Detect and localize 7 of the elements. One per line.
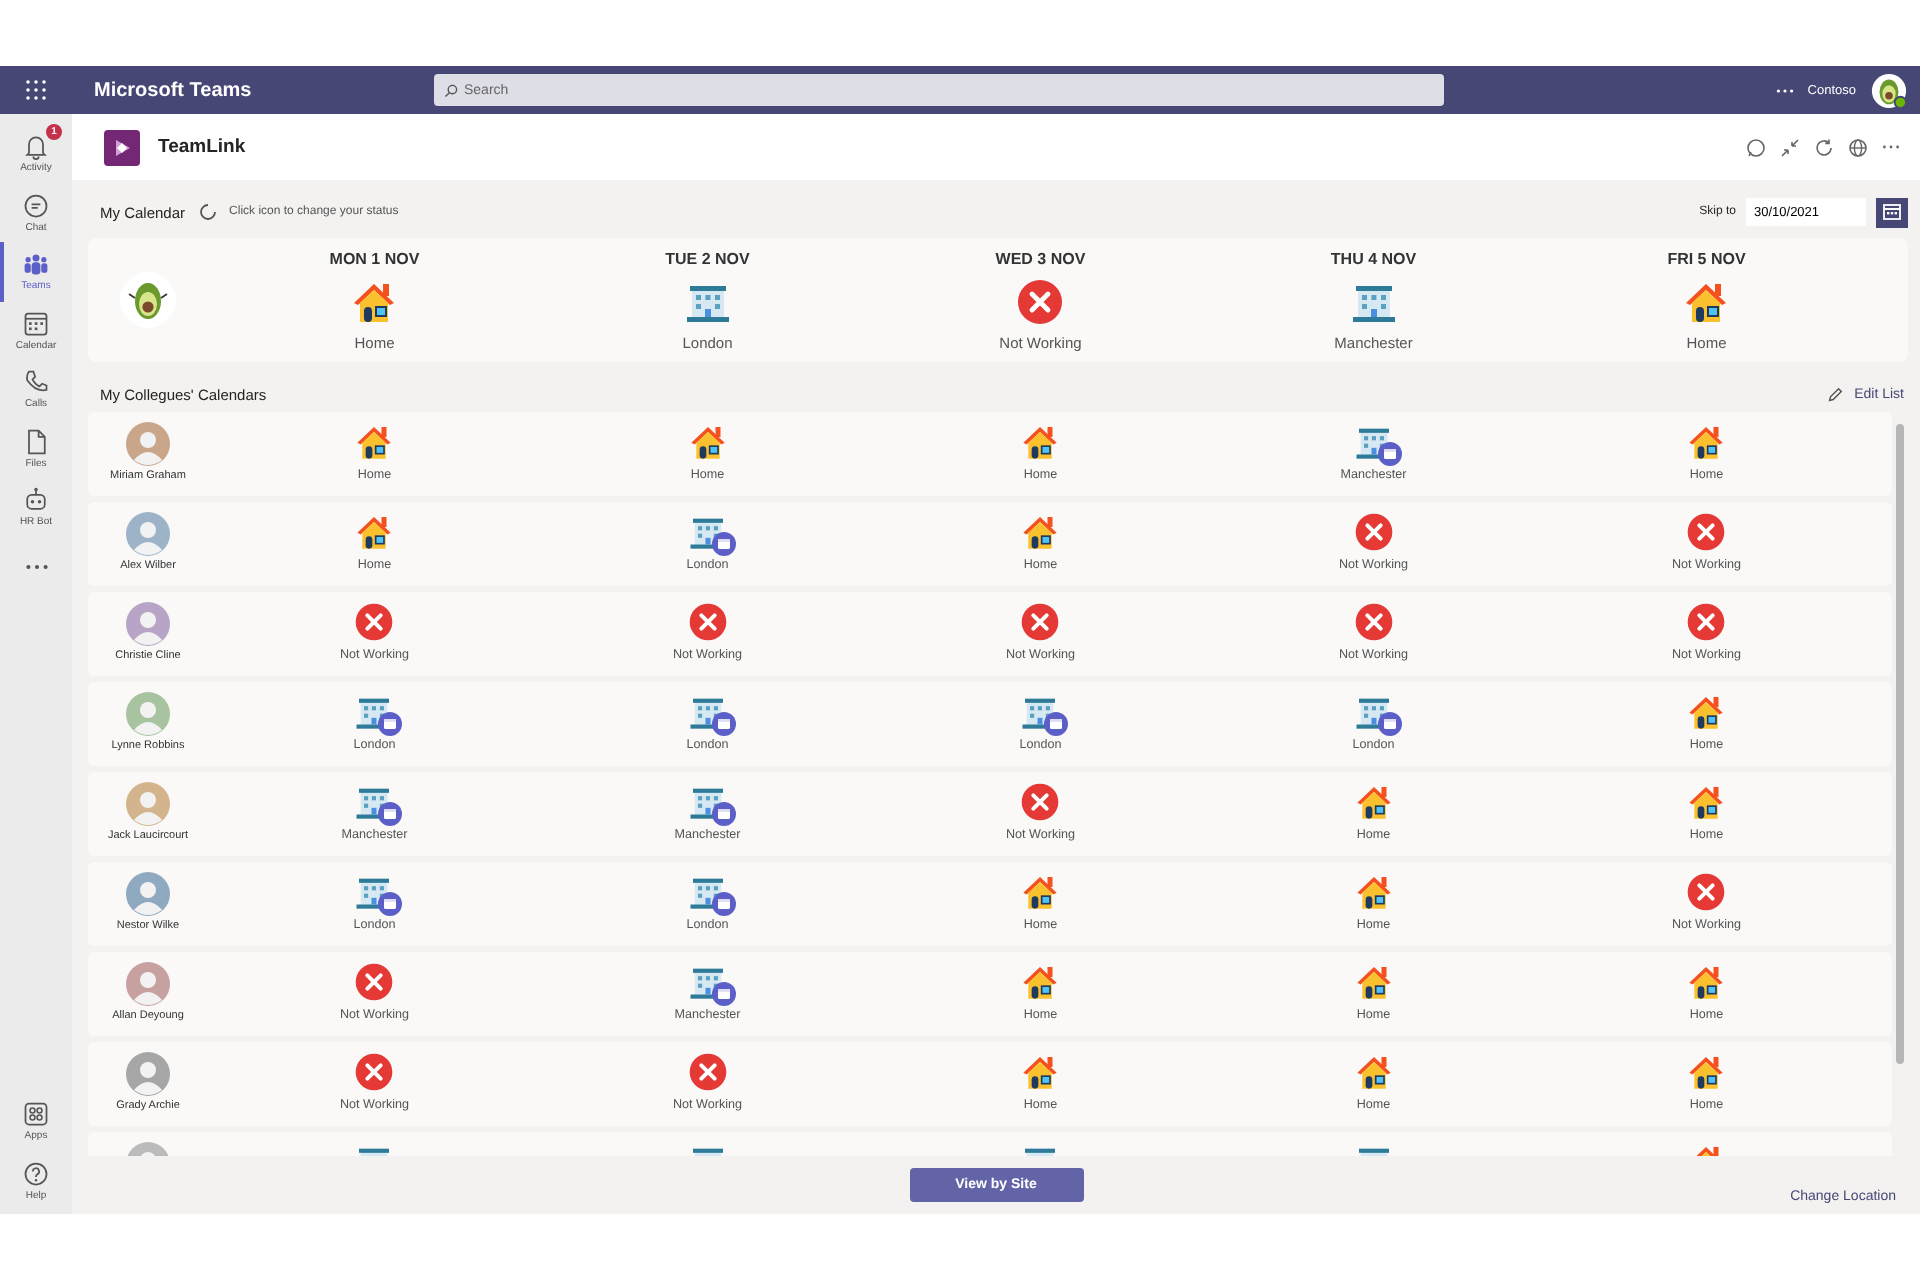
app-name: Microsoft Teams — [92, 79, 254, 101]
day-heading: TUE 2 NOV — [665, 249, 750, 267]
day-heading: FRI 5 NOV — [1667, 249, 1746, 267]
day-heading: MON 1 NOV — [329, 249, 420, 267]
day-heading: WED 3 NOV — [995, 249, 1086, 267]
app-title: TeamLink — [158, 136, 246, 158]
day-heading: THU 4 NOV — [1330, 249, 1417, 267]
